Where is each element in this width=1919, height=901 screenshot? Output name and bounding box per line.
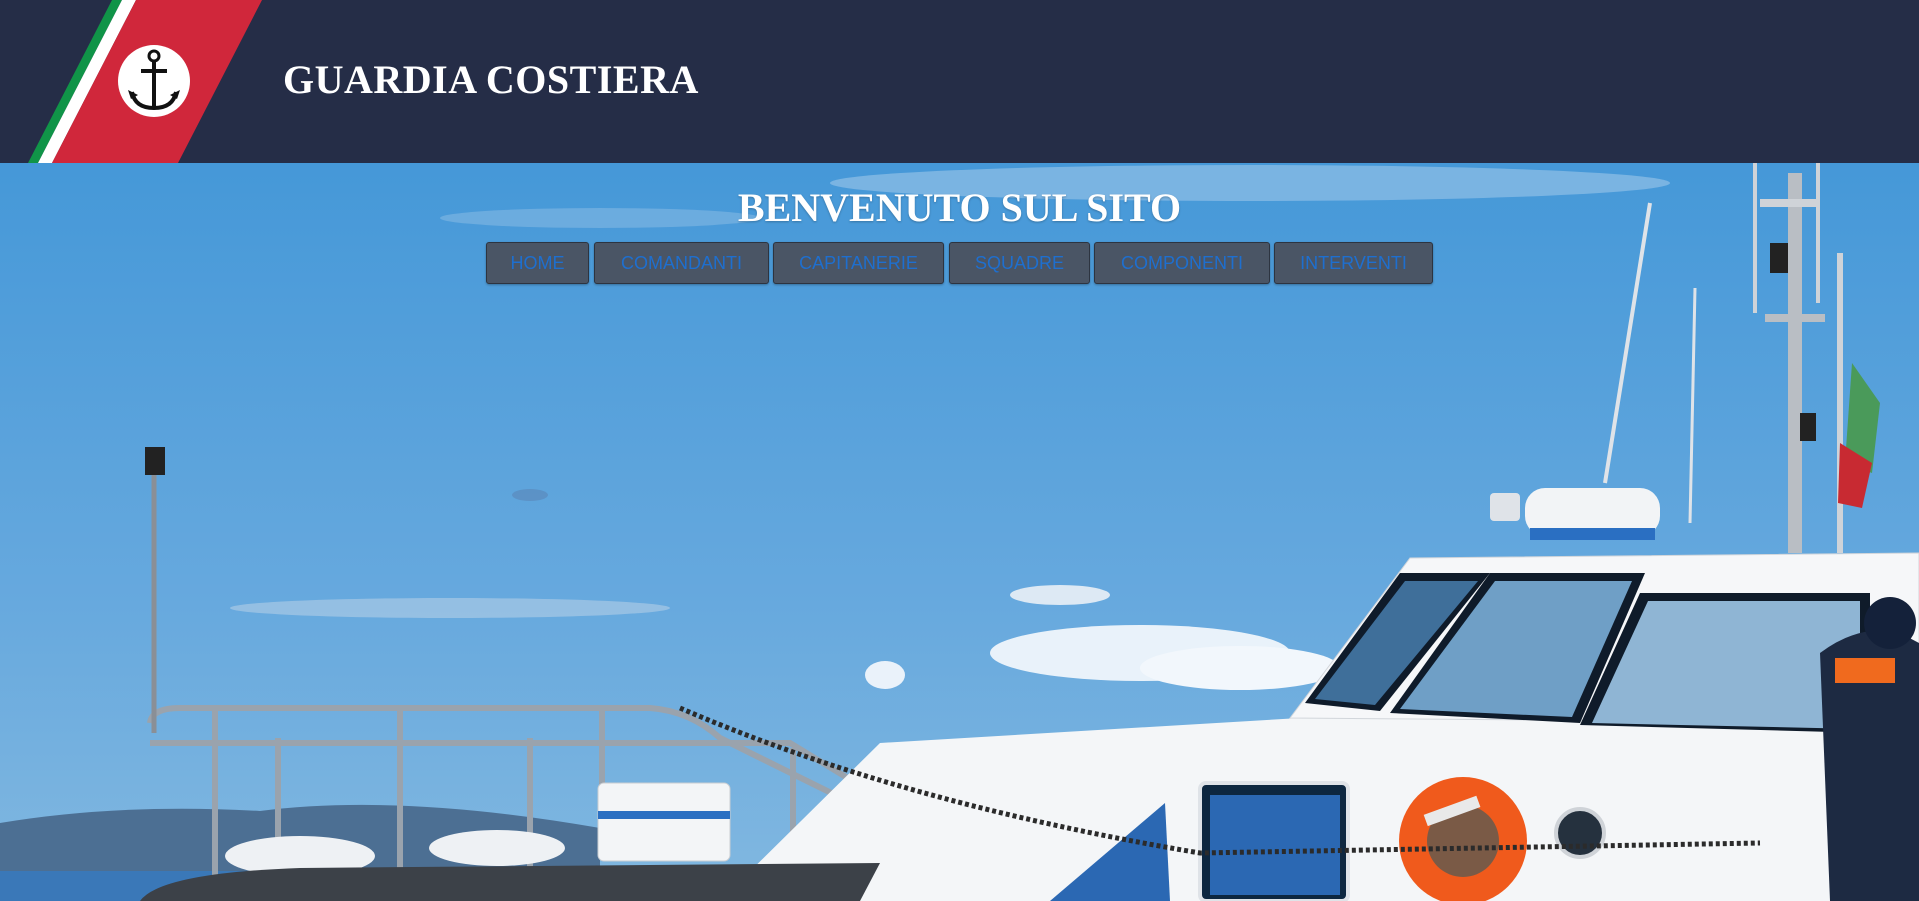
nav-componenti-button[interactable]: COMPONENTI [1094, 242, 1270, 284]
welcome-title: BENVENUTO SUL SITO [737, 185, 1182, 230]
anchor-icon [118, 45, 190, 117]
nav-capitanerie-button[interactable]: CAPITANERIE [773, 242, 944, 284]
nav-home-button[interactable]: HOME [486, 242, 589, 284]
nav-interventi-button[interactable]: INTERVENTI [1274, 242, 1433, 284]
nav-comandanti-button[interactable]: COMANDANTI [594, 242, 769, 284]
site-header: GUARDIA COSTIERA [0, 0, 1919, 163]
nav-squadre-button[interactable]: SQUADRE [949, 242, 1090, 284]
coast-guard-logo[interactable] [0, 0, 300, 163]
site-title: GUARDIA COSTIERA [283, 57, 699, 102]
